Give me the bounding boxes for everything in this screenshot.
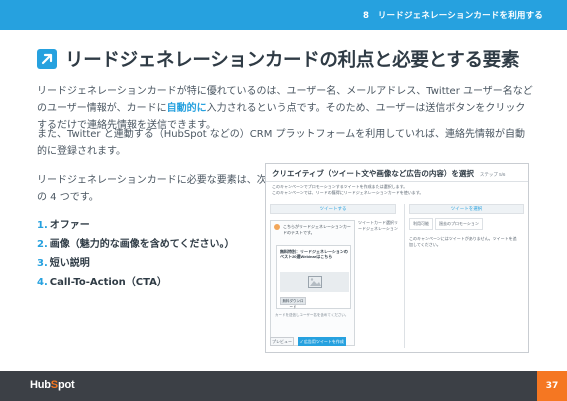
logo-part: pot (57, 379, 75, 391)
logo-part: Hub (30, 379, 51, 391)
tab-select-tweet: ツイートを選択 (409, 204, 524, 214)
card-image (280, 272, 349, 292)
arrow-up-right-icon (37, 49, 57, 69)
list-number: 1. (37, 220, 48, 231)
elements-list: 1. オファー 2. 画像（魅力的な画像を含めてください。） 3. 短い説明 4. Ca… (37, 216, 234, 292)
screenshot-title: クリエイティブ（ツイート文や画像など広告の内容）を選択 (272, 169, 474, 178)
tab-compose-tweet: ツイートする (270, 204, 396, 214)
lead-gen-card-preview: こちらがリードジェネレーションカードのテストです。 無料特別：リードジェネレーシ… (270, 220, 355, 346)
card-cta-button: 無料ダウンロード (280, 297, 306, 309)
avatar (274, 224, 280, 230)
para1-highlight: 自動的に (166, 103, 207, 114)
list-item: 3. 短い説明 (37, 254, 234, 273)
preview-button: プレビュー (270, 337, 294, 346)
list-label: 画像（魅力的な画像を含めてください。） (49, 239, 235, 250)
screenshot-right-panel: ツイートを選択 利用可能 過去のプロモーション このキャンペーンにはツイートがあ… (404, 204, 524, 348)
screenshot-empty-note: このキャンペーンにはツイートがありません。ツイートを追加してください。 (409, 236, 517, 247)
footer-bar: HubSpot 37 (0, 371, 567, 401)
list-number: 4. (37, 277, 48, 288)
card-inner: 無料特別：リードジェネレーションのベスト20選Webinarはこちら 無料ダウン… (276, 245, 351, 309)
top-bar: 8 リードジェネレーションカードを利用する (0, 0, 567, 30)
hubspot-logo: HubSpot (30, 379, 75, 391)
screenshot-step: ステップ 5/6 (479, 172, 506, 177)
screenshot-mid-column: ツイートカード選択リードジェネレーション (358, 220, 398, 231)
page-number: 37 (537, 371, 567, 401)
title-row: リードジェネレーションカードの利点と必要とする要素 (37, 46, 519, 72)
elements-intro: リードジェネレーションカードに必要な要素は、次の 4 つです。 (37, 175, 267, 203)
screenshot-buttons: プレビュー ✓ 広告用ツイートを作成 (270, 337, 346, 346)
list-label: 短い説明 (49, 258, 90, 269)
screenshot-header: クリエイティブ（ツイート文や画像など広告の内容）を選択 ステップ 5/6 (266, 164, 528, 182)
subtab-available: 利用可能 (409, 218, 433, 230)
chapter-title: 8 リードジェネレーションカードを利用する (363, 11, 543, 21)
screenshot-desc-line: このキャンペーンでは、リードの獲得にリードジェネレーションカードを使います。 (272, 190, 424, 195)
twitter-ads-screenshot: クリエイティブ（ツイート文や画像など広告の内容）を選択 ステップ 5/6 このキ… (265, 163, 529, 353)
image-icon (308, 276, 322, 288)
card-tweet-text: こちらがリードジェネレーションカードのテストです。 (283, 224, 351, 235)
list-number: 3. (37, 258, 48, 269)
subtab-past-promotions: 過去のプロモーション (435, 218, 483, 230)
create-tweet-button: ✓ 広告用ツイートを作成 (298, 337, 346, 346)
list-item: 4. Call-To-Action（CTA） (37, 273, 234, 292)
page-title: リードジェネレーションカードの利点と必要とする要素 (65, 50, 520, 71)
list-item: 2. 画像（魅力的な画像を含めてください。） (37, 235, 234, 254)
card-offer-title: 無料特別：リードジェネレーションのベスト20選Webinarはこちら (280, 249, 348, 259)
body-paragraph-2: また、Twitter と連動する（HubSpot などの）CRM プラットフォー… (37, 129, 525, 157)
list-label: Call-To-Action（CTA） (49, 277, 167, 288)
list-item: 1. オファー (37, 216, 234, 235)
logo-part-accent: S (50, 379, 58, 391)
list-number: 2. (37, 239, 48, 250)
screenshot-subtabs: 利用可能 過去のプロモーション (409, 218, 524, 230)
screenshot-description: このキャンペーンでプロモーションするツイートを作成または選択します。 このキャン… (266, 182, 528, 198)
card-footnote: カードを送信しユーザー名を含めてください。 (275, 313, 349, 317)
list-label: オファー (49, 220, 90, 231)
